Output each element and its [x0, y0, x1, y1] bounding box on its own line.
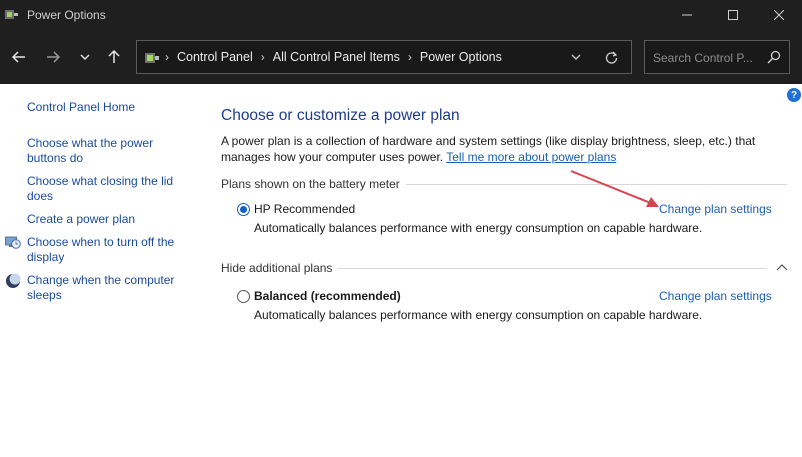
description-text: A power plan is a collection of hardware…	[221, 134, 756, 148]
title-bar: Power Options	[0, 0, 802, 30]
breadcrumb-separator[interactable]: ›	[408, 50, 412, 64]
page-title: Choose or customize a power plan	[221, 107, 460, 124]
breadcrumb-power-options[interactable]: Power Options	[420, 50, 502, 64]
learn-more-link[interactable]: Tell me more about power plans	[446, 150, 616, 164]
plan-radio-hp-recommended[interactable]	[237, 203, 250, 216]
chevron-up-icon[interactable]	[776, 262, 788, 272]
arrow-up-icon	[108, 50, 120, 63]
close-icon	[774, 10, 784, 20]
plan-description: Automatically balances performance with …	[254, 308, 703, 322]
description-text: manages how your computer uses power.	[221, 149, 444, 164]
battery-section-heading: Plans shown on the battery meter	[221, 177, 406, 191]
arrow-left-icon	[12, 51, 25, 63]
sidebar-link-label: Control Panel Home	[27, 100, 136, 114]
power-options-icon	[5, 10, 18, 19]
sidebar-link-power-buttons[interactable]: Choose what the power buttons do	[27, 136, 153, 166]
sidebar-link-label: Change when the computer	[27, 273, 175, 287]
plan-name: HP Recommended	[254, 202, 356, 216]
breadcrumb-separator[interactable]: ›	[261, 50, 265, 64]
up-button[interactable]	[102, 45, 126, 69]
sidebar-link-control-panel-home[interactable]: Control Panel Home	[27, 100, 135, 115]
search-box[interactable]: Search Control P...	[644, 40, 790, 74]
maximize-icon	[728, 10, 738, 20]
sidebar-link-closing-lid[interactable]: Choose what closing the lid does	[27, 174, 173, 204]
chevron-down-icon	[571, 54, 581, 60]
breadcrumb: › Control Panel › All Control Panel Item…	[165, 41, 502, 73]
forward-button[interactable]	[41, 45, 65, 69]
breadcrumb-control-panel[interactable]: Control Panel	[177, 50, 253, 64]
plan-name: Balanced (recommended)	[254, 289, 401, 303]
refresh-button[interactable]	[603, 49, 619, 65]
plan-radio-balanced[interactable]	[237, 290, 250, 303]
navigation-bar: › Control Panel › All Control Panel Item…	[0, 30, 802, 84]
window-title: Power Options	[27, 8, 106, 22]
address-history-dropdown[interactable]	[568, 49, 584, 65]
change-plan-settings-link[interactable]: Change plan settings	[659, 289, 772, 303]
moon-icon	[6, 273, 21, 288]
refresh-icon	[605, 51, 617, 64]
address-bar[interactable]: › Control Panel › All Control Panel Item…	[136, 40, 632, 74]
back-button[interactable]	[7, 45, 31, 69]
sidebar-link-computer-sleeps[interactable]: Change when the computer sleeps	[27, 273, 174, 303]
recent-locations-button[interactable]	[73, 45, 97, 69]
sidebar-link-label: Choose when to turn off the	[27, 235, 175, 249]
search-placeholder: Search Control P...	[653, 51, 753, 65]
sidebar-link-turn-off-display[interactable]: Choose when to turn off the display	[27, 235, 174, 265]
close-button[interactable]	[756, 0, 802, 30]
sidebar-link-label: display	[27, 250, 65, 264]
change-plan-settings-link[interactable]: Change plan settings	[659, 202, 772, 216]
sidebar-link-create-plan[interactable]: Create a power plan	[27, 212, 135, 227]
sidebar-link-label: Choose what closing the lid	[27, 174, 174, 188]
monitor-clock-icon	[5, 236, 21, 249]
sidebar-link-label: buttons do	[27, 151, 84, 165]
sidebar-link-label: sleeps	[27, 288, 62, 302]
minimize-icon	[682, 14, 692, 16]
sidebar-link-label: Create a power plan	[27, 212, 136, 226]
breadcrumb-all-items[interactable]: All Control Panel Items	[273, 50, 400, 64]
annotation-arrow-icon	[570, 170, 659, 207]
chevron-down-icon	[80, 54, 90, 60]
page-description: A power plan is a collection of hardware…	[221, 134, 781, 165]
minimize-button[interactable]	[664, 0, 710, 30]
hidden-plans-heading[interactable]: Hide additional plans	[221, 261, 339, 275]
maximize-button[interactable]	[710, 0, 756, 30]
help-button[interactable]: ?	[787, 88, 801, 102]
arrow-right-icon	[47, 51, 60, 63]
plan-description: Automatically balances performance with …	[254, 221, 703, 235]
control-panel-icon	[145, 53, 159, 63]
sidebar-link-label: does	[27, 189, 54, 203]
search-icon[interactable]	[767, 50, 781, 64]
sidebar-link-label: Choose what the power	[27, 136, 154, 150]
breadcrumb-separator[interactable]: ›	[165, 50, 169, 64]
